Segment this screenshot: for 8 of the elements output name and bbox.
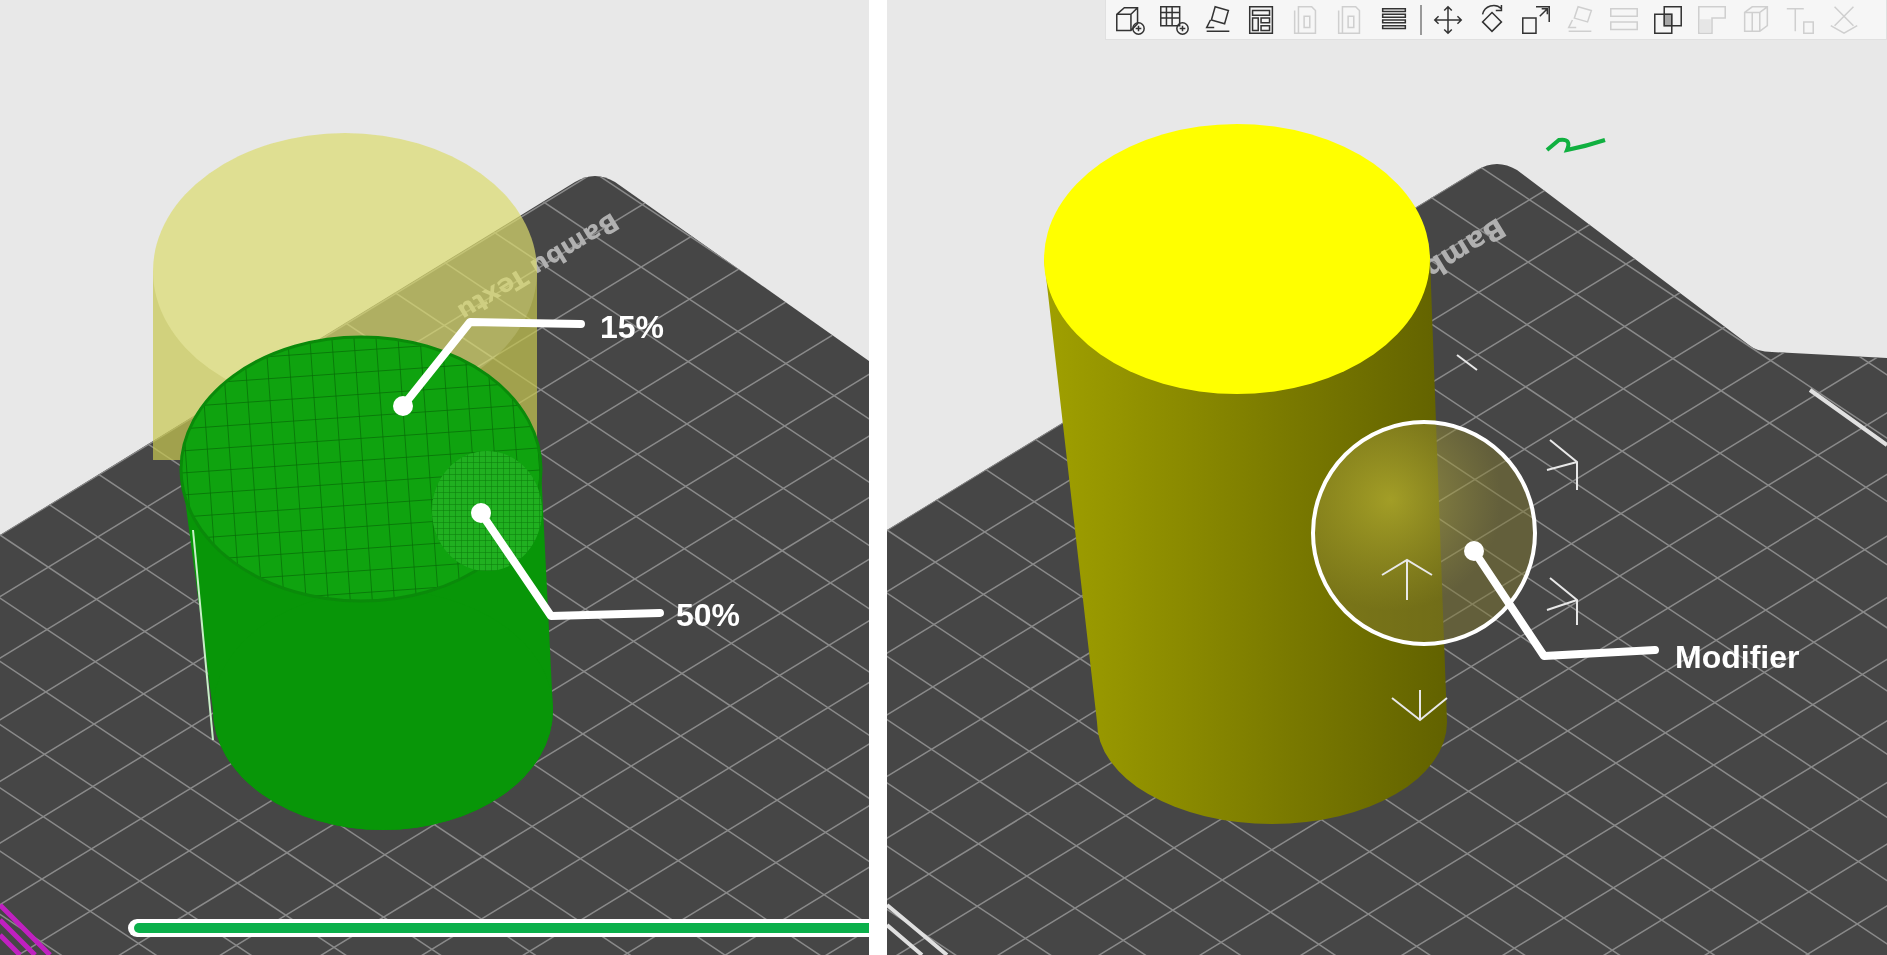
bracket-icon xyxy=(1546,439,1578,491)
bracket-icon xyxy=(1391,689,1448,722)
bracket-icon xyxy=(1546,577,1578,626)
tick-mark-icon xyxy=(1456,354,1478,371)
modifier-label: Modifier xyxy=(1675,639,1800,675)
infill-label: 15% xyxy=(600,309,665,345)
infill-label: 50% xyxy=(676,597,741,633)
axis-mark-icon xyxy=(1545,137,1606,152)
